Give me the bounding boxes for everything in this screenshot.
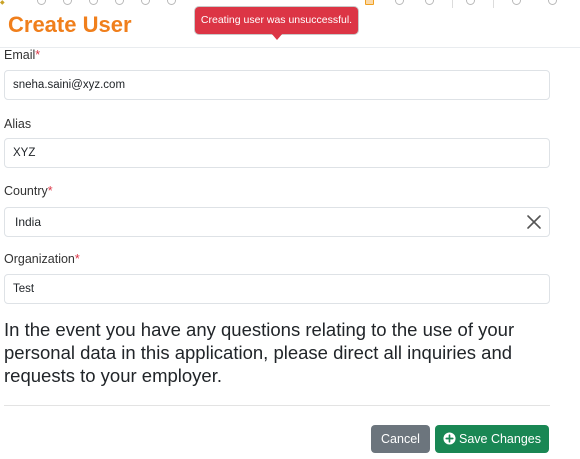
organization-field[interactable]: Test — [4, 274, 550, 304]
email-field[interactable]: sneha.saini@xyz.com — [4, 70, 550, 100]
toolbar-icon[interactable] — [395, 0, 404, 5]
organization-label: Organization* — [4, 251, 80, 267]
country-label-text: Country — [4, 184, 48, 198]
country-value: India — [15, 215, 42, 229]
toolbar-icon[interactable] — [115, 0, 124, 5]
country-select[interactable]: India — [4, 207, 550, 237]
alias-label: Alias — [4, 117, 32, 131]
email-label: Email* — [4, 47, 40, 63]
toast-arrow — [271, 33, 283, 40]
required-mark: * — [35, 48, 41, 62]
page-title: Create User — [8, 12, 132, 37]
toolbar-icon[interactable] — [89, 0, 98, 5]
email-label-text: Email — [4, 48, 36, 62]
close-icon[interactable] — [526, 214, 542, 230]
alias-value: XYZ — [13, 147, 36, 159]
error-toast: Creating user was unsuccessful. — [195, 7, 358, 34]
toolbar-icon[interactable] — [167, 0, 176, 5]
required-mark: * — [47, 184, 53, 198]
toolbar-icon[interactable] — [365, 0, 374, 5]
save-changes-button[interactable]: Save Changes — [435, 425, 549, 453]
footer-divider — [4, 405, 550, 406]
organization-value: Test — [13, 283, 35, 295]
organization-label-text: Organization — [4, 252, 75, 266]
email-value: sneha.saini@xyz.com — [13, 79, 126, 91]
toolbar-separator — [452, 0, 453, 8]
save-changes-label: Save Changes — [458, 432, 541, 446]
toolbar-separator — [493, 0, 494, 8]
header-divider — [0, 47, 580, 48]
toolbar-icon[interactable] — [37, 0, 46, 5]
privacy-notice: In the event you have any questions rela… — [4, 319, 515, 386]
required-mark: * — [74, 252, 80, 266]
toolbar-icon[interactable] — [548, 0, 557, 5]
toolbar-icon[interactable] — [63, 0, 72, 5]
app-logo: ◆ — [0, 0, 5, 6]
toolbar-icon[interactable] — [512, 0, 521, 5]
toolbar-icon[interactable] — [466, 0, 475, 5]
cancel-button[interactable]: Cancel — [371, 425, 430, 453]
toolbar-icon[interactable] — [141, 0, 150, 5]
plus-circle-icon — [443, 432, 456, 445]
alias-field[interactable]: XYZ — [4, 138, 550, 168]
toolbar-icon[interactable] — [425, 0, 434, 5]
country-label: Country* — [4, 183, 53, 199]
